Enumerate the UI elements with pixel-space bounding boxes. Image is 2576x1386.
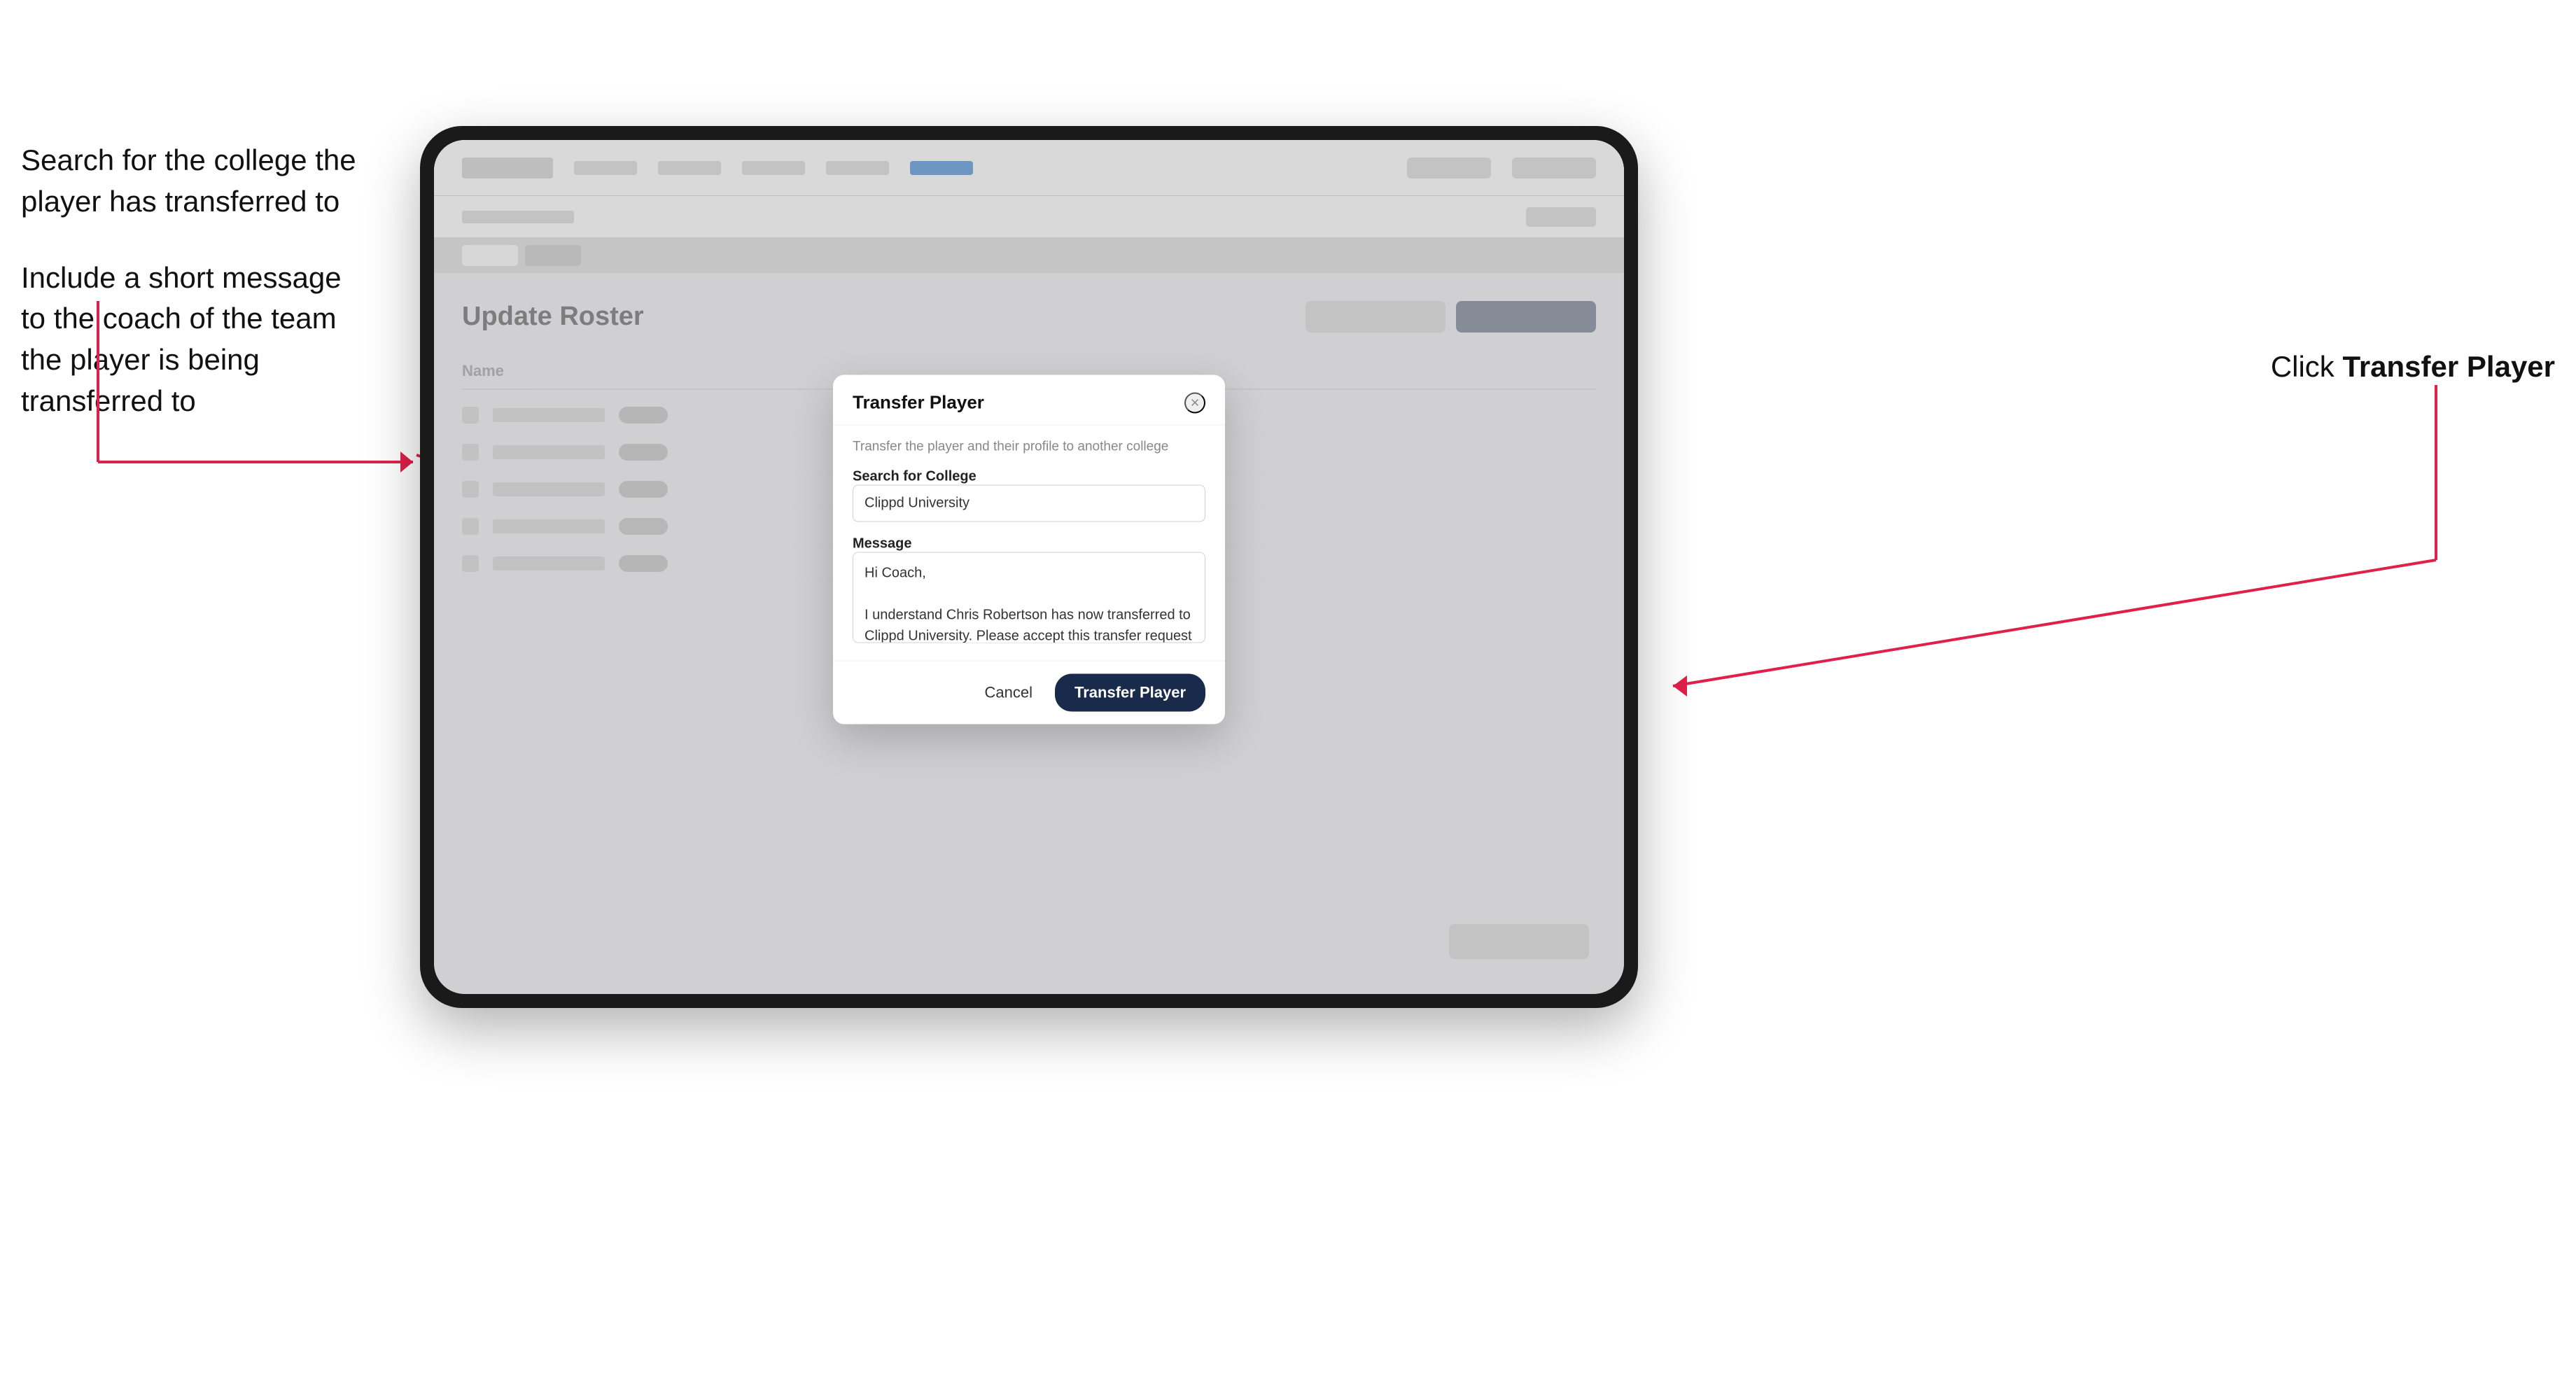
message-textarea[interactable]	[853, 552, 1205, 643]
annotation-right: Click Transfer Player	[2271, 350, 2555, 384]
transfer-player-button[interactable]: Transfer Player	[1055, 674, 1205, 712]
modal-footer: Cancel Transfer Player	[833, 661, 1225, 724]
modal-body: Transfer the player and their profile to…	[833, 426, 1225, 661]
modal-title: Transfer Player	[853, 392, 984, 414]
modal-overlay: Transfer Player × Transfer the player an…	[434, 140, 1624, 994]
annotation-transfer-label: Transfer Player	[2342, 350, 2555, 383]
message-label: Message	[853, 536, 912, 552]
annotation-left: Search for the college the player has tr…	[21, 140, 371, 457]
modal-close-button[interactable]: ×	[1184, 392, 1205, 413]
annotation-search-text: Search for the college the player has tr…	[21, 140, 371, 223]
ipad-screen: Update Roster Name	[434, 140, 1624, 994]
annotation-message-text: Include a short message to the coach of …	[21, 258, 371, 422]
annotation-click-label: Click	[2271, 350, 2343, 383]
college-search-input[interactable]	[853, 485, 1205, 522]
modal-header: Transfer Player ×	[833, 375, 1225, 426]
ipad-frame: Update Roster Name	[420, 126, 1638, 1008]
modal-dialog: Transfer Player × Transfer the player an…	[833, 375, 1225, 724]
cancel-button[interactable]: Cancel	[974, 677, 1044, 709]
search-label: Search for College	[853, 469, 976, 484]
modal-description: Transfer the player and their profile to…	[853, 440, 1205, 455]
